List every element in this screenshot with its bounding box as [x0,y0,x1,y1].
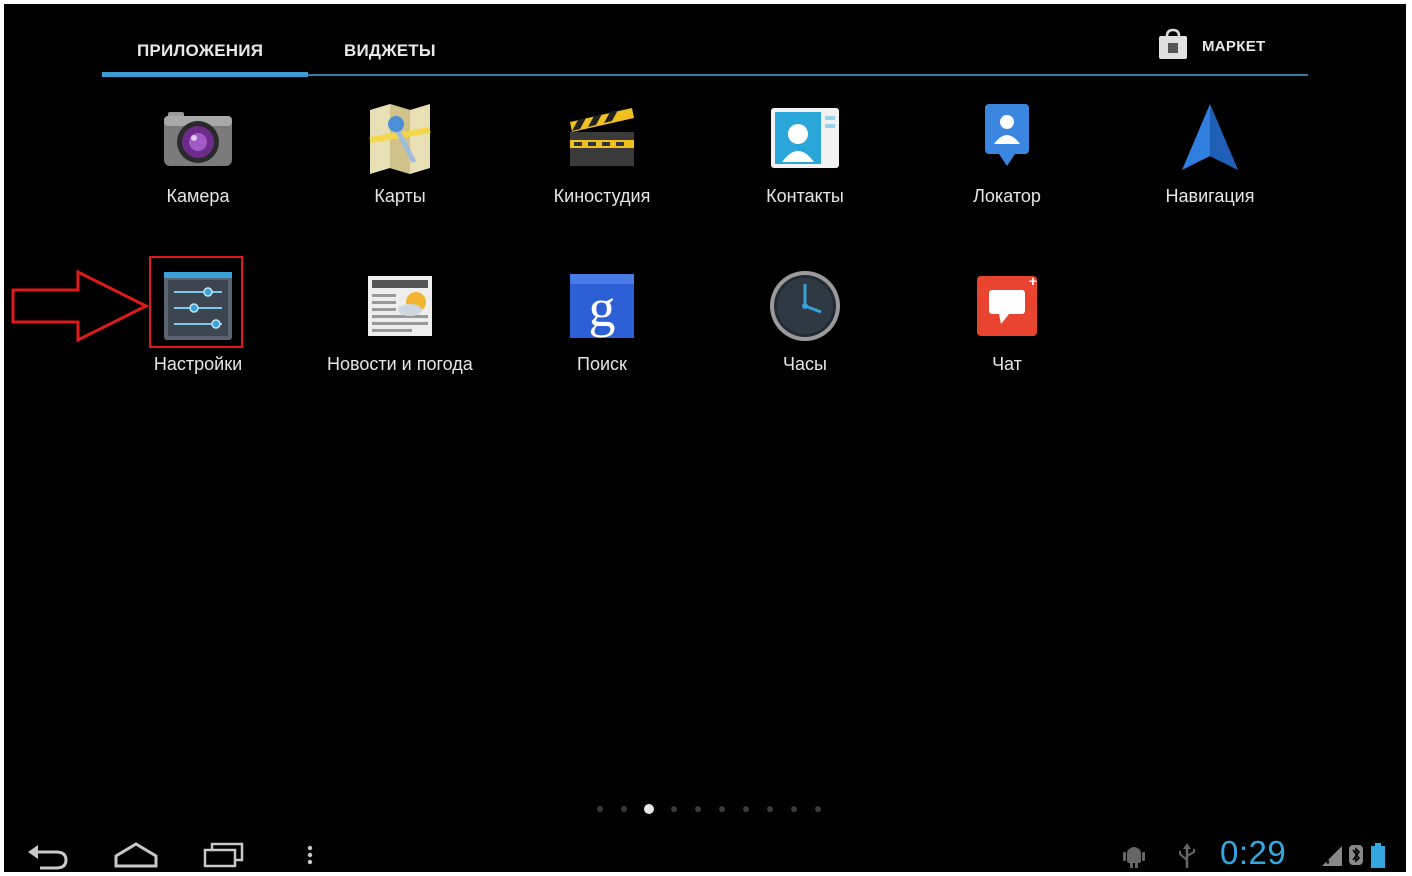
svg-text:g: g [589,278,616,338]
maps-icon [362,100,438,176]
google-search-icon: g [564,268,640,344]
app-label: Контакты [766,186,844,206]
page-dot[interactable] [767,806,773,812]
market-label: МАРКЕТ [1202,37,1266,55]
android-debug-icon[interactable] [1122,842,1146,872]
page-dot[interactable] [621,806,627,812]
app-label: Киностудия [553,186,651,206]
app-label: Новости и погода [327,354,473,374]
talk-icon: + [969,268,1045,344]
page-dot[interactable] [719,806,725,812]
page-dot[interactable] [597,806,603,812]
page-dot-active[interactable] [644,804,654,814]
bluetooth-icon [1348,842,1364,872]
signal-icon: 4 [1320,842,1344,872]
navigation-icon [1172,100,1248,176]
contacts-icon [767,100,843,176]
app-label: Локатор [973,186,1041,206]
app-label: Навигация [1165,186,1255,206]
page-indicator [588,802,830,816]
battery-icon [1370,842,1386,872]
latitude-icon [969,100,1045,176]
back-button[interactable] [26,840,70,872]
menu-dots-icon [304,845,316,872]
page-dot[interactable] [743,806,749,812]
status-clock[interactable]: 0:29 [1220,834,1286,872]
page-dot[interactable] [791,806,797,812]
app-clock[interactable]: Часы [705,268,905,375]
clock-icon [767,268,843,344]
svg-text:4: 4 [1324,856,1330,867]
home-icon [112,842,160,872]
camera-icon [160,100,236,176]
app-maps[interactable]: Карты [300,100,500,207]
movie-studio-icon [564,100,640,176]
app-drawer-screen: ПРИЛОЖЕНИЯ ВИДЖЕТЫ МАРКЕТ Камера Карты К… [4,4,1406,872]
app-camera[interactable]: Камера [98,100,298,207]
tab-widgets[interactable]: ВИДЖЕТЫ [344,38,436,64]
app-label: Карты [374,186,426,206]
settings-highlight-box [149,256,243,348]
back-icon [26,845,70,872]
app-navigation[interactable]: Навигация [1110,100,1310,207]
menu-button[interactable] [304,840,316,872]
recent-apps-icon [202,842,246,872]
tab-apps[interactable]: ПРИЛОЖЕНИЯ [137,38,263,64]
market-button[interactable]: МАРКЕТ [1156,26,1265,66]
app-label: Камера [166,186,230,206]
usb-icon[interactable] [1176,842,1198,872]
app-movie-studio[interactable]: Киностудия [502,100,702,207]
app-label: Чат [992,354,1022,374]
app-label: Часы [783,354,827,374]
app-news-weather[interactable]: Новости и погода [300,268,500,375]
active-tab-indicator [102,72,308,77]
app-talk[interactable]: + Чат [907,268,1107,375]
recent-apps-button[interactable] [202,840,246,872]
app-label: Поиск [577,354,627,374]
news-weather-icon [362,268,438,344]
app-search[interactable]: g Поиск [502,268,702,375]
svg-text:+: + [1029,273,1037,289]
app-latitude[interactable]: Локатор [907,100,1107,207]
pointer-arrow-icon [10,268,150,349]
app-label: Настройки [153,354,243,374]
page-dot[interactable] [695,806,701,812]
shopping-bag-icon [1156,27,1190,66]
page-dot[interactable] [815,806,821,812]
page-dot[interactable] [671,806,677,812]
home-button[interactable] [112,840,160,872]
app-contacts[interactable]: Контакты [705,100,905,207]
